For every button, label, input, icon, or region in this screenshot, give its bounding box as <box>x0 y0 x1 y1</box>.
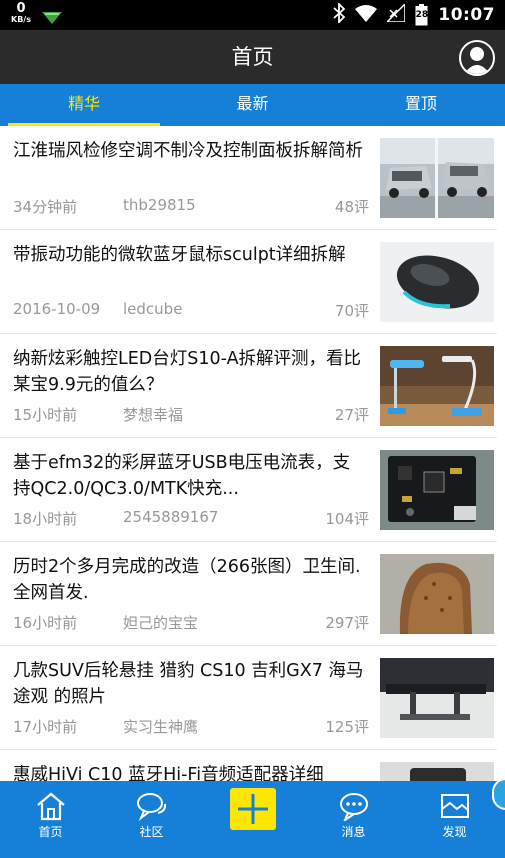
battery-icon: 28 <box>415 4 428 26</box>
mouse-icon <box>380 242 494 322</box>
article-time: 15小时前 <box>13 406 78 424</box>
article-list[interactable]: 江淮瑞风检修空调不制冷及控制面板拆解简析 34分钟前 thb29815 48评 … <box>0 126 505 781</box>
nav-discover[interactable]: 发现 <box>404 781 505 858</box>
list-item[interactable]: 几款SUV后轮悬挂 猎豹 CS10 吉利GX7 海马 途观 的照片 17小时前 … <box>0 646 497 750</box>
message-icon <box>338 791 370 823</box>
comment-count: 104评 <box>325 510 369 528</box>
app-header: 首页 <box>0 30 505 84</box>
network-speed-unit: KB/s <box>11 15 31 24</box>
wifi-icon <box>355 4 378 26</box>
article-title: 带振动功能的微软蓝牙鼠标sculpt详细拆解 <box>13 245 346 265</box>
category-tabs: 精华 最新 置顶 <box>0 84 505 126</box>
article-author[interactable]: 实习生神鹰 <box>123 716 198 737</box>
comment-count: 27评 <box>334 406 369 424</box>
network-speed-value: 0 <box>16 1 26 16</box>
article-author[interactable]: 2545889167 <box>123 508 218 526</box>
nav-community[interactable]: 社区 <box>101 781 202 858</box>
user-avatar-icon[interactable] <box>459 40 495 76</box>
comment-count: 70评 <box>334 302 369 320</box>
page-title: 首页 <box>231 45 274 69</box>
discover-icon <box>439 791 471 821</box>
download-notification-icon <box>42 9 62 28</box>
home-icon <box>35 791 67 821</box>
signal-icon <box>385 2 407 26</box>
comment-count: 297评 <box>325 614 369 632</box>
article-time: 34分钟前 <box>13 198 78 216</box>
plus-icon[interactable] <box>229 788 276 830</box>
nav-messages[interactable]: 消息 <box>303 781 404 858</box>
status-bar: 0 KB/s 28 10:07 <box>0 0 505 30</box>
article-author[interactable]: ledcube <box>123 300 182 318</box>
nav-post[interactable] <box>202 781 303 858</box>
nav-label: 发现 <box>442 825 467 839</box>
article-title: 几款SUV后轮悬挂 猎豹 CS10 吉利GX7 海马 途观 的照片 <box>13 661 364 707</box>
car-icon <box>380 138 494 218</box>
tab-pinned[interactable]: 置顶 <box>337 84 505 126</box>
article-title: 惠威HiVi C10 蓝牙Hi-Fi音频适配器详细 <box>13 765 324 781</box>
list-item[interactable]: 惠威HiVi C10 蓝牙Hi-Fi音频适配器详细 <box>0 750 497 781</box>
device-icon <box>380 762 494 781</box>
network-speed: 0 KB/s <box>8 2 34 24</box>
clock: 10:07 <box>438 5 495 25</box>
bottom-navigation: 首页 社区 消息 发现 <box>0 781 505 858</box>
nav-home[interactable]: 首页 <box>0 781 101 858</box>
list-item[interactable]: 基于efm32的彩屏蓝牙USB电压电流表，支持QC2.0/QC3.0/MTK快充… <box>0 438 497 542</box>
list-item[interactable]: 带振动功能的微软蓝牙鼠标sculpt详细拆解 2016-10-09 ledcub… <box>0 230 497 334</box>
pipe-icon <box>380 554 494 634</box>
tab-featured[interactable]: 精华 <box>0 84 168 126</box>
battery-level: 28 <box>415 10 429 20</box>
article-author[interactable]: thb29815 <box>123 196 196 214</box>
article-title: 基于efm32的彩屏蓝牙USB电压电流表，支持QC2.0/QC3.0/MTK快充… <box>13 453 351 499</box>
bluetooth-icon <box>333 1 346 27</box>
article-title: 纳新炫彩触控LED台灯S10-A拆解评测，看比某宝9.9元的值么？ <box>13 349 362 395</box>
article-time: 17小时前 <box>13 718 78 736</box>
lamp-icon <box>380 346 494 426</box>
article-time: 18小时前 <box>13 510 78 528</box>
list-item[interactable]: 历时2个多月完成的改造（266张图）卫生间.全网首发. 16小时前 妲己的宝宝 … <box>0 542 497 646</box>
comment-count: 48评 <box>334 198 369 216</box>
article-title: 历时2个多月完成的改造（266张图）卫生间.全网首发. <box>13 557 361 603</box>
suspension-icon <box>380 658 494 738</box>
tab-latest[interactable]: 最新 <box>168 84 336 126</box>
article-title: 江淮瑞风检修空调不制冷及控制面板拆解简析 <box>13 141 363 161</box>
circuit-board-icon <box>380 450 494 530</box>
nav-label: 首页 <box>38 825 63 839</box>
nav-label: 社区 <box>139 825 164 839</box>
article-time: 2016-10-09 <box>13 300 101 318</box>
article-author[interactable]: 梦想幸福 <box>123 404 183 425</box>
list-item[interactable]: 江淮瑞风检修空调不制冷及控制面板拆解简析 34分钟前 thb29815 48评 <box>0 126 497 230</box>
chat-bubbles-icon <box>136 791 168 822</box>
article-author[interactable]: 妲己的宝宝 <box>123 612 198 633</box>
list-item[interactable]: 纳新炫彩触控LED台灯S10-A拆解评测，看比某宝9.9元的值么？ 15小时前 … <box>0 334 497 438</box>
comment-count: 125评 <box>325 718 369 736</box>
article-time: 16小时前 <box>13 614 78 632</box>
nav-label: 消息 <box>341 825 366 839</box>
